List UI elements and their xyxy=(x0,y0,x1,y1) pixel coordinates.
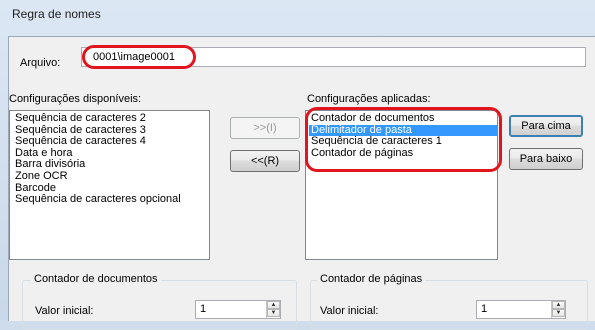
list-item[interactable]: Contador de documentos xyxy=(309,112,497,125)
file-label: Arquivo: xyxy=(20,57,61,69)
document-counter-title: Contador de documentos xyxy=(31,273,161,285)
add-button[interactable]: >>(I) xyxy=(230,117,300,139)
dialog-client-area: Arquivo: 0001\image0001 Configurações di… xyxy=(8,36,595,330)
list-item[interactable]: Contador de páginas xyxy=(309,147,497,160)
available-listbox[interactable]: Sequência de caracteres 2 Sequência de c… xyxy=(9,110,210,260)
remove-button[interactable]: <<(R) xyxy=(230,150,300,172)
window-title: Regra de nomes xyxy=(12,7,101,21)
applied-label: Configurações aplicadas: xyxy=(307,93,431,105)
available-label: Configurações disponíveis: xyxy=(9,93,142,105)
page-counter-input[interactable]: 1 ▲ ▼ xyxy=(476,300,566,319)
list-item[interactable]: Sequência de caracteres opcional xyxy=(13,194,209,206)
page-counter-spinner[interactable]: ▲ ▼ xyxy=(551,301,565,318)
page-counter-title: Contador de páginas xyxy=(317,273,426,285)
document-counter-label: Valor inicial: xyxy=(35,305,94,317)
spin-down-icon[interactable]: ▼ xyxy=(267,309,280,317)
page-counter-label: Valor inicial: xyxy=(320,305,379,317)
spin-down-icon[interactable]: ▼ xyxy=(552,309,565,317)
applied-listbox[interactable]: Contador de documentos Delimitador de pa… xyxy=(305,110,498,260)
list-item[interactable]: Zone OCR xyxy=(13,170,209,183)
page-counter-value: 1 xyxy=(481,303,488,315)
file-field: 0001\image0001 xyxy=(81,47,586,67)
dialog-window: Regra de nomes Arquivo: 0001\image0001 C… xyxy=(0,0,595,330)
move-up-button[interactable]: Para cima xyxy=(509,115,583,137)
document-counter-value: 1 xyxy=(200,303,207,315)
move-down-button[interactable]: Para baixo xyxy=(509,148,583,170)
document-counter-input[interactable]: 1 ▲ ▼ xyxy=(195,300,281,319)
file-value: 0001\image0001 xyxy=(93,51,175,63)
list-item[interactable]: Sequência de caracteres 2 xyxy=(13,112,209,125)
spin-up-icon[interactable]: ▲ xyxy=(267,301,280,309)
spin-up-icon[interactable]: ▲ xyxy=(552,301,565,309)
document-counter-spinner[interactable]: ▲ ▼ xyxy=(266,301,280,318)
